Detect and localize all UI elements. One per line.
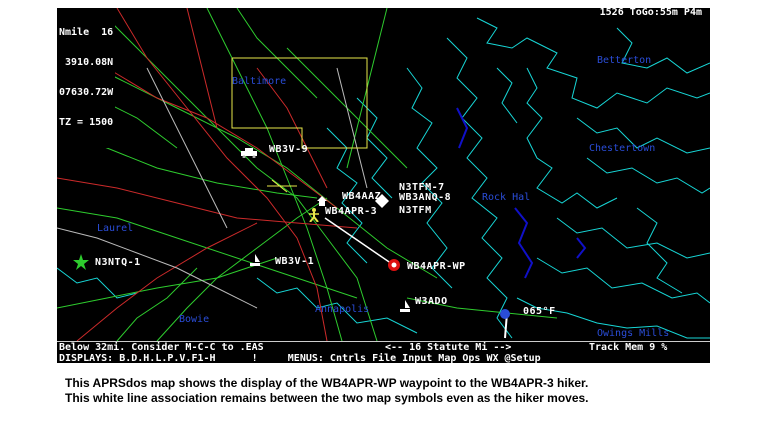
caption-line-2: This white line association remains betw…	[65, 391, 589, 405]
car-symbol-icon[interactable]	[240, 148, 258, 158]
boat-symbol-icon[interactable]	[249, 254, 261, 266]
boat-symbol-icon[interactable]	[399, 300, 411, 312]
station-label-wb3v-1[interactable]: WB3V-1	[275, 256, 314, 267]
scale-indicator: <-- 16 Statute Mi -->	[385, 342, 512, 353]
position-readout: Nmile 16 3910.08N 07630.72W TZ = 1500	[57, 8, 116, 148]
star-symbol-icon[interactable]	[73, 254, 89, 270]
station-label-n3ntq-1[interactable]: N3NTQ-1	[95, 257, 141, 268]
time-status-readout: 1526 ToGo:55m P4m	[597, 8, 704, 18]
scale-readout: Nmile 16	[59, 27, 114, 38]
place-label-bowie: Bowie	[179, 314, 210, 325]
station-label-wb3anq-8[interactable]: WB3ANQ-8	[399, 192, 451, 203]
place-label-baltimore: Baltimore	[232, 76, 287, 87]
place-label-chestertown: Chestertown	[589, 143, 656, 154]
station-label-wb4apr-wp[interactable]: WB4APR-WP	[407, 261, 466, 272]
place-label-betterton: Betterton	[597, 55, 652, 66]
place-label-owings-mills: Owings Mills	[597, 328, 670, 339]
weather-temperature-label[interactable]: 065°F	[523, 306, 556, 317]
aprs-map-screen[interactable]: Baltimore Laurel Bowie Annapolis Chester…	[57, 8, 710, 363]
latitude-readout: 3910.08N	[59, 57, 114, 68]
track-memory-indicator: Track Mem 9 %	[589, 342, 668, 353]
longitude-readout: 07630.72W	[59, 87, 114, 98]
station-label-n3tfm[interactable]: N3TFM	[399, 205, 432, 216]
station-label-wb3v-9[interactable]: WB3V-9	[269, 144, 308, 155]
station-label-w3ado[interactable]: W3ADO	[415, 296, 448, 307]
house-symbol-icon[interactable]	[317, 196, 327, 206]
weather-symbol-icon[interactable]	[499, 308, 511, 320]
timezone-readout: TZ = 1500	[59, 117, 114, 128]
menu-bar[interactable]: DISPLAYS: B.D.H.L.P.V.F1-H ! MENUS: Cntr…	[59, 353, 541, 363]
status-bar: Below 32mi. Consider M-C-C to .EAS <-- 1…	[57, 341, 710, 363]
place-label-rock-hall: Rock Hal	[482, 192, 531, 203]
place-label-annapolis: Annapolis	[315, 304, 370, 315]
waypoint-symbol-icon[interactable]	[387, 258, 401, 272]
hiker-symbol-icon[interactable]	[307, 208, 321, 222]
place-label-laurel: Laurel	[97, 223, 134, 234]
figure-caption: This APRSdos map shows the display of th…	[65, 376, 755, 406]
status-message: Below 32mi. Consider M-C-C to .EAS	[59, 342, 264, 353]
station-label-wb4apr-3[interactable]: WB4APR-3	[325, 206, 377, 217]
caption-line-1: This APRSdos map shows the display of th…	[65, 376, 589, 390]
